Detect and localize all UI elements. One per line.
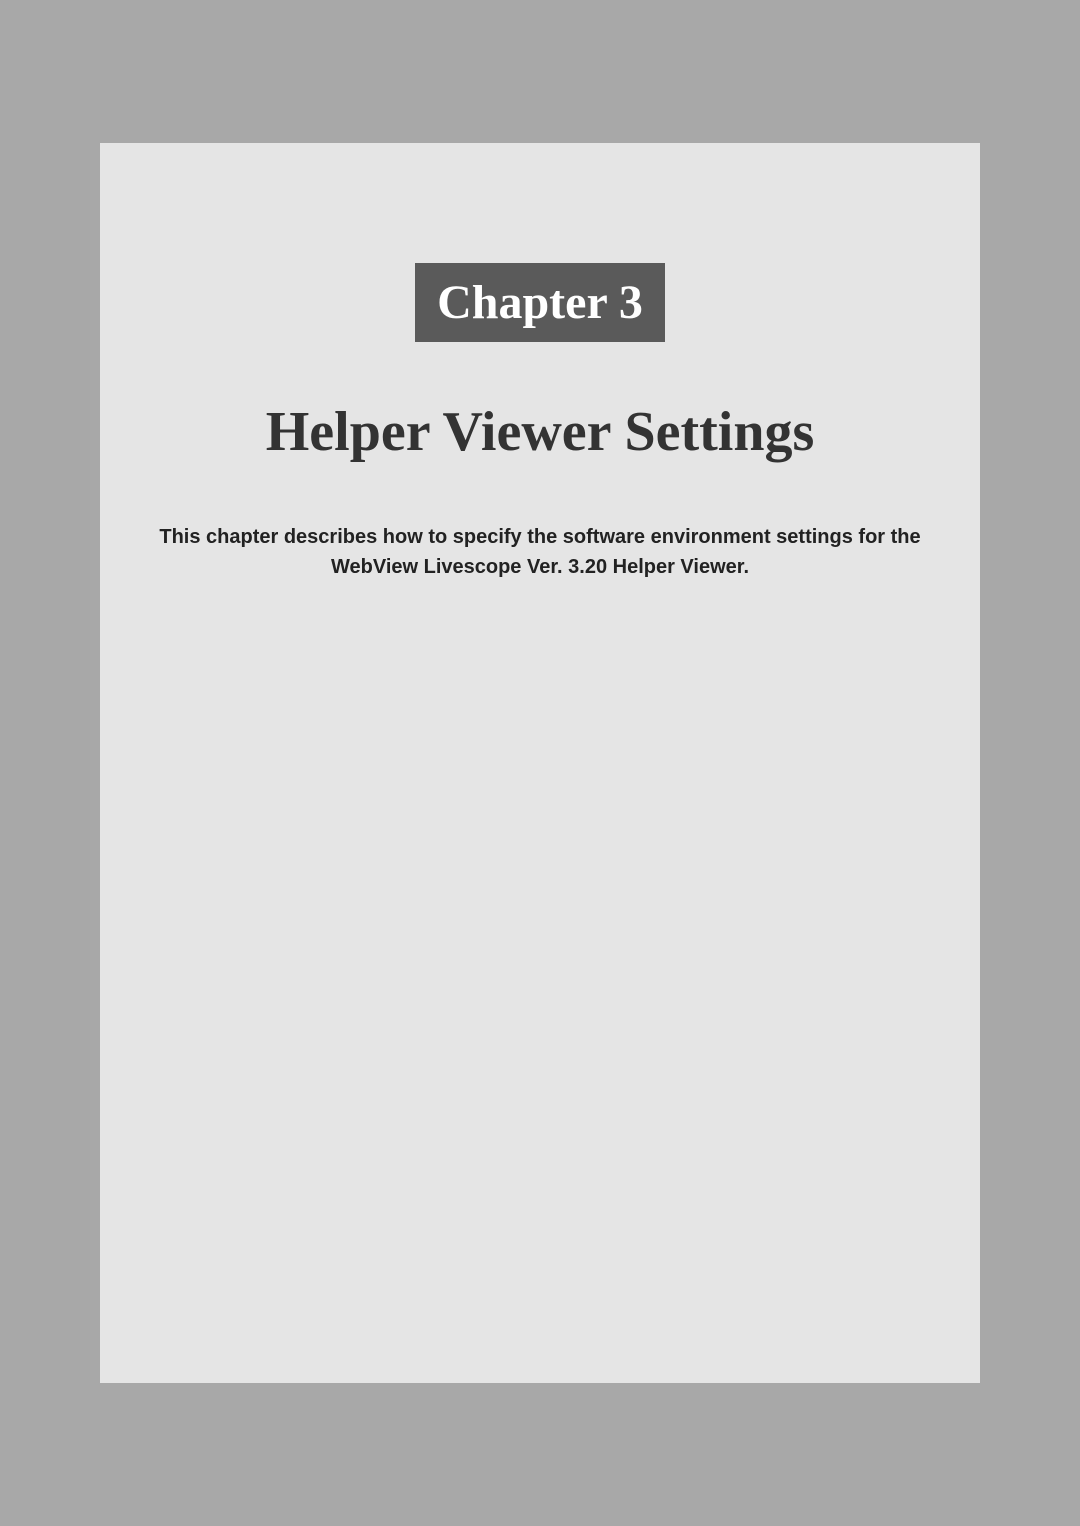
- chapter-description: This chapter describes how to specify th…: [150, 522, 930, 582]
- chapter-badge: Chapter 3: [415, 263, 665, 342]
- document-page: Chapter 3 Helper Viewer Settings This ch…: [100, 143, 980, 1383]
- chapter-title: Helper Viewer Settings: [266, 400, 815, 464]
